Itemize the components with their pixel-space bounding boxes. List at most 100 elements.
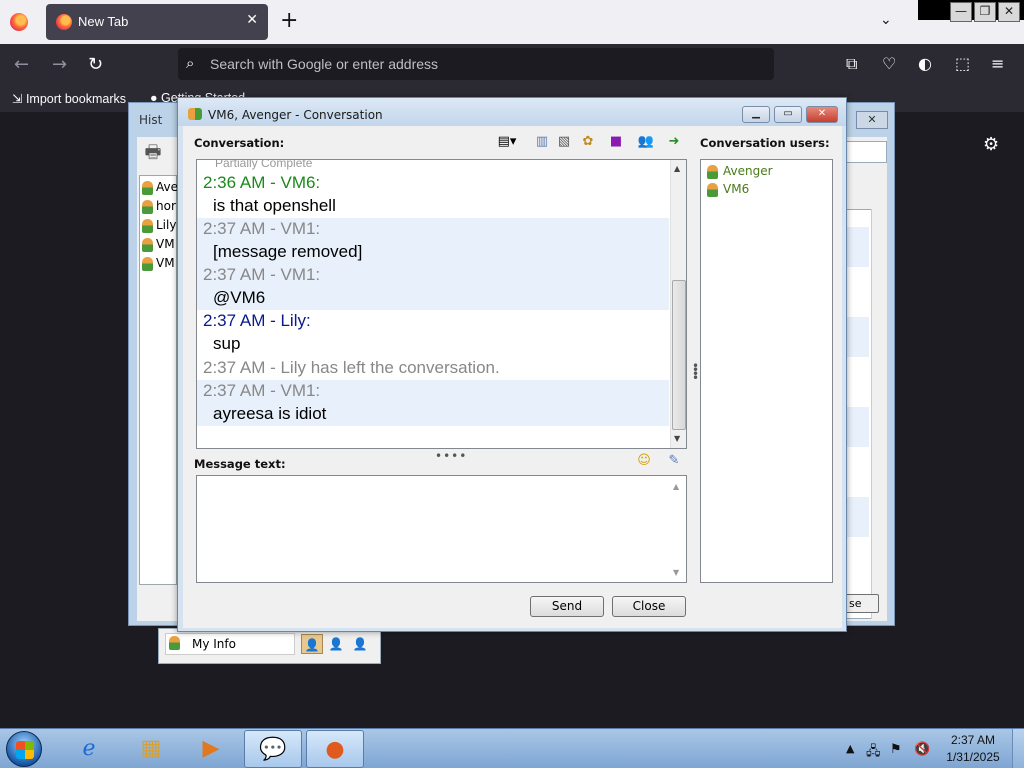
url-bar[interactable]: ⌕ Search with Google or enter address bbox=[178, 48, 774, 80]
format-icon[interactable]: ✎ bbox=[665, 453, 683, 469]
contact-item[interactable]: VM bbox=[142, 237, 178, 255]
status-away-button[interactable]: 👤 bbox=[325, 634, 347, 654]
message-header: 2:37 AM - VM1: bbox=[203, 265, 321, 284]
message-input[interactable]: ▲ ▼ bbox=[196, 475, 687, 583]
pane-splitter[interactable]: •••• bbox=[435, 449, 467, 463]
internet-explorer-icon[interactable]: ℯ bbox=[60, 730, 118, 768]
emoticon-icon[interactable]: ☺ bbox=[635, 453, 653, 469]
system-message: 2:37 AM - Lily has left the conversation… bbox=[203, 358, 500, 377]
settings-icon[interactable]: ✿ bbox=[579, 134, 597, 150]
firefox-taskbar-icon[interactable]: ● bbox=[306, 730, 364, 768]
user-item[interactable]: VM6 bbox=[707, 182, 749, 200]
user-icon bbox=[707, 182, 718, 197]
scroll-down-icon[interactable]: ▼ bbox=[674, 434, 680, 443]
user-icon bbox=[142, 218, 153, 233]
add-user-icon[interactable]: 👥 bbox=[637, 134, 655, 150]
scrollbar[interactable] bbox=[871, 209, 887, 619]
pocket-icon[interactable]: ♡ bbox=[882, 54, 896, 73]
close-button[interactable]: ✕ bbox=[806, 106, 838, 123]
user-icon bbox=[142, 237, 153, 252]
gear-icon[interactable]: ⚙ bbox=[983, 134, 999, 155]
extensions-icon[interactable]: ⬚ bbox=[955, 54, 970, 73]
contact-item[interactable]: hor bbox=[142, 199, 178, 217]
printer-icon[interactable]: 🖶 bbox=[139, 139, 167, 167]
message-item: 2:37 AM - Lily: sup bbox=[197, 310, 669, 356]
status-offline-button[interactable]: 👤 bbox=[349, 634, 371, 654]
message-item: 2:36 AM - VM6: is that openshell bbox=[197, 172, 669, 218]
firefox-icon bbox=[56, 14, 72, 30]
message-text-label: Message text: bbox=[194, 457, 286, 471]
start-button[interactable] bbox=[6, 731, 42, 767]
message-text: is that openshell bbox=[213, 196, 336, 215]
close-conversation-button[interactable]: Close bbox=[612, 596, 686, 617]
tab-title: New Tab bbox=[78, 14, 129, 29]
tab-close-icon[interactable]: ✕ bbox=[246, 12, 258, 28]
clock-date: 1/31/2025 bbox=[946, 750, 1000, 764]
reload-icon[interactable]: ↻ bbox=[88, 54, 103, 75]
navigation-toolbar: ← → ↻ ⌕ Search with Google or enter addr… bbox=[0, 44, 1024, 86]
new-tab-button[interactable]: + bbox=[280, 9, 298, 33]
import-bookmarks-link[interactable]: ⇲ Import bookmarks bbox=[12, 91, 126, 106]
user-icon bbox=[142, 180, 153, 195]
chat-app-icon[interactable]: 💬 bbox=[244, 730, 302, 768]
conversation-users-list: Avenger VM6 bbox=[700, 159, 833, 583]
scroll-up-icon[interactable]: ▲ bbox=[674, 164, 680, 173]
title-bar: VM6, Avenger - Conversation ▁ ▭ ✕ bbox=[178, 98, 846, 126]
scroll-down-icon[interactable]: ▼ bbox=[673, 568, 679, 577]
minimize-button[interactable]: — bbox=[950, 2, 972, 22]
export-icon[interactable]: ➜ bbox=[665, 134, 683, 150]
user-item[interactable]: Avenger bbox=[707, 164, 773, 182]
contact-item[interactable]: VM bbox=[142, 256, 178, 274]
contact-list: Ave hor Lily VM VM bbox=[139, 175, 178, 585]
scroll-up-icon[interactable]: ▲ bbox=[673, 482, 679, 491]
firefox-view-icon[interactable] bbox=[10, 13, 28, 31]
tab-new-tab[interactable]: New Tab ✕ bbox=[46, 4, 268, 40]
scroll-thumb[interactable] bbox=[672, 280, 686, 430]
message-header: 2:37 AM - VM1: bbox=[203, 219, 321, 238]
vpn-icon[interactable]: ◐ bbox=[918, 54, 932, 73]
input-scrollbar[interactable]: ▲ ▼ bbox=[670, 476, 686, 582]
user-icon bbox=[142, 199, 153, 214]
contact-item[interactable]: Ave bbox=[142, 180, 178, 198]
window-title: VM6, Avenger - Conversation bbox=[208, 108, 383, 122]
maximize-button[interactable]: ▭ bbox=[774, 106, 802, 123]
maximize-button[interactable]: ❐ bbox=[974, 2, 996, 22]
video-icon[interactable]: ■ bbox=[607, 134, 625, 150]
forward-icon[interactable]: → bbox=[52, 54, 67, 75]
volume-muted-icon[interactable]: 🔇 bbox=[914, 742, 930, 757]
url-placeholder: Search with Google or enter address bbox=[210, 56, 439, 72]
my-info-field[interactable]: My Info bbox=[165, 633, 295, 655]
menu-icon[interactable]: ≡ bbox=[991, 54, 1004, 73]
network-icon[interactable]: 🖧 bbox=[866, 742, 881, 764]
close-window-button[interactable]: ✕ bbox=[998, 2, 1020, 22]
show-hidden-icons[interactable]: ▲ bbox=[846, 742, 854, 755]
user-icon bbox=[707, 164, 718, 179]
list-all-tabs-icon[interactable]: ⌄ bbox=[880, 12, 892, 28]
options-dropdown-icon[interactable]: ▤▾ bbox=[493, 134, 521, 150]
clock-time: 2:37 AM bbox=[950, 733, 996, 747]
status-online-button[interactable]: 👤 bbox=[301, 634, 323, 654]
message-item: 2:37 AM - VM1: @VM6 bbox=[197, 264, 669, 310]
history-icon[interactable]: ▥ bbox=[533, 134, 551, 150]
file-transfer-icon[interactable]: ▧ bbox=[555, 134, 573, 150]
search-icon: ⌕ bbox=[186, 54, 195, 72]
action-center-icon[interactable]: ⚑ bbox=[890, 742, 902, 757]
vertical-splitter[interactable]: • • • • bbox=[692, 360, 699, 384]
close-button[interactable]: ✕ bbox=[856, 111, 888, 129]
system-clock[interactable]: 2:37 AM 1/31/2025 bbox=[938, 732, 1008, 766]
message-scrollbar[interactable]: ▲ ▼ bbox=[670, 160, 686, 448]
message-history: Partially Complete 2:36 AM - VM6: is tha… bbox=[196, 159, 687, 449]
show-desktop-button[interactable] bbox=[1012, 729, 1024, 768]
picture-in-picture-icon[interactable]: ⧉ bbox=[846, 54, 857, 74]
window-controls: — ❐ ✕ bbox=[918, 0, 1024, 22]
minimize-button[interactable]: ▁ bbox=[742, 106, 770, 123]
search-box[interactable] bbox=[845, 141, 887, 163]
contact-item[interactable]: Lily bbox=[142, 218, 178, 236]
file-explorer-icon[interactable]: ▦ bbox=[122, 730, 180, 768]
conversation-body: Conversation: ▤▾ ▥ ▧ ✿ ■ 👥 ➜ Conversatio… bbox=[183, 126, 842, 628]
send-button[interactable]: Send bbox=[530, 596, 604, 617]
window-title: Hist bbox=[139, 113, 163, 127]
user-icon bbox=[169, 636, 180, 650]
media-player-icon[interactable]: ▶ bbox=[182, 730, 240, 768]
back-icon[interactable]: ← bbox=[14, 54, 29, 75]
